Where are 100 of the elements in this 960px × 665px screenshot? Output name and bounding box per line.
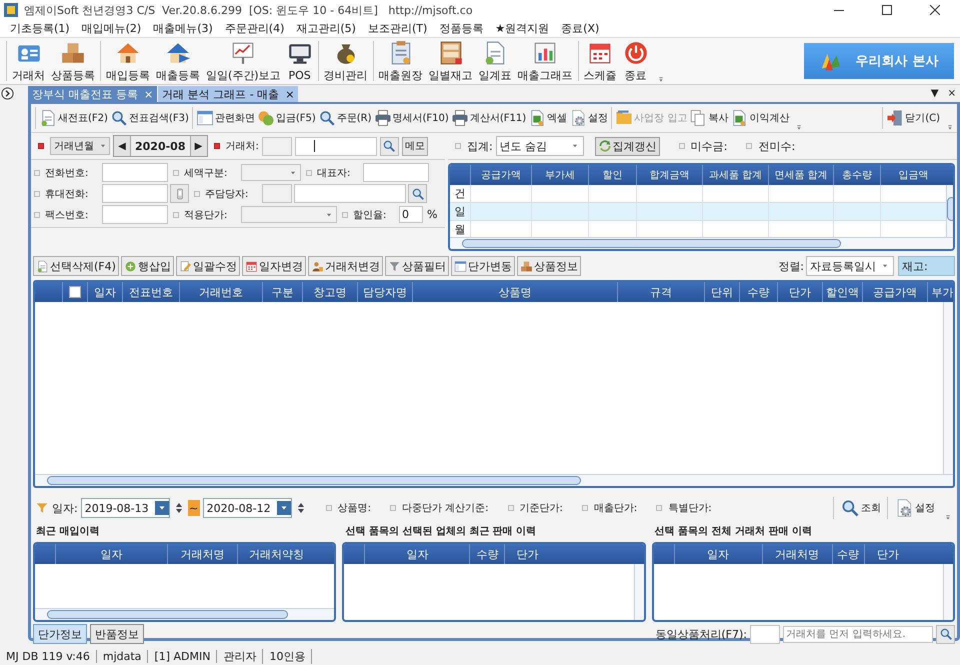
previous-month-button[interactable]: ◀	[114, 136, 130, 156]
toolbar-button[interactable]: 종료	[620, 40, 652, 82]
action-button[interactable]: 단가변동	[450, 256, 515, 276]
column-header[interactable]: 일자	[674, 544, 762, 564]
column-header[interactable]: 구분	[262, 282, 302, 302]
column-header[interactable]: 과세품 합계	[702, 165, 768, 185]
toolbar-button[interactable]: 엑셀	[527, 109, 568, 127]
toolbar-button[interactable]: 조회	[839, 498, 882, 518]
toolbar-button[interactable]: 새전표(F2)	[38, 109, 109, 127]
toolbar-button[interactable]: 전표검색(F3)	[108, 109, 190, 127]
search-button[interactable]	[936, 624, 955, 644]
staff-field[interactable]	[294, 184, 406, 203]
column-header[interactable]: 부가세	[531, 165, 588, 185]
select-all-checkbox[interactable]	[69, 286, 81, 298]
toolbar-button[interactable]: 복사	[688, 109, 730, 127]
column-header[interactable]: 공급가액	[862, 282, 927, 302]
vertical-scrollbar[interactable]	[946, 185, 953, 237]
tab-close[interactable]: ×	[285, 88, 294, 100]
close-button[interactable]: 닫기(C)	[885, 109, 941, 127]
vertical-scrollbar[interactable]	[942, 564, 953, 620]
toolbar-button[interactable]: 일계표	[476, 40, 515, 82]
menu-item[interactable]: 매출메뉴(3)	[147, 21, 219, 36]
search-button[interactable]	[408, 184, 427, 203]
text-field[interactable]	[363, 163, 429, 182]
dropdown[interactable]	[241, 164, 301, 181]
column-header[interactable]: 면세품 합계	[768, 165, 833, 185]
customer-field[interactable]	[294, 136, 377, 156]
toolbar-button[interactable]: 계산서(F11)	[450, 109, 528, 127]
column-header[interactable]: 단가	[777, 282, 822, 302]
column-header[interactable]: 거래번호	[179, 282, 262, 302]
action-button[interactable]: 일자변경	[242, 256, 306, 276]
column-header[interactable]: 상품명	[412, 282, 617, 302]
sort-dropdown[interactable]: 자료등록일시	[806, 256, 894, 276]
dropdown[interactable]	[241, 206, 337, 223]
menu-item[interactable]: 보조관리(T)	[362, 21, 434, 36]
staff-code-field[interactable]	[262, 184, 292, 203]
toolbar-button[interactable]: 주문(R)	[316, 109, 373, 127]
column-header[interactable]: 할인액	[822, 282, 862, 302]
action-button[interactable]: 상품정보	[516, 256, 581, 276]
column-header[interactable]: 수량	[469, 544, 504, 564]
column-header[interactable]: 거래처명	[167, 544, 237, 564]
discount-field[interactable]: 0	[399, 206, 423, 223]
column-header[interactable]: 단가	[504, 544, 550, 564]
horizontal-scrollbar[interactable]	[450, 237, 953, 249]
toolbar-button[interactable]: 명세서(F10)	[372, 109, 450, 127]
vertical-scrollbar[interactable]	[943, 302, 953, 474]
column-header[interactable]: 할인	[588, 165, 636, 185]
toolbar-button[interactable]: 경비관리	[320, 40, 371, 82]
toolbar-button[interactable]: 매출원장	[376, 40, 426, 82]
toolbar-button[interactable]: 이익계산	[729, 109, 790, 127]
column-header[interactable]: 창고명	[302, 282, 357, 302]
toolbar-button[interactable]: 일별재고	[426, 40, 476, 82]
menu-item[interactable]: 기초등록(1)	[4, 21, 76, 36]
input-field[interactable]: 거래처를 먼저 입력하세요.	[783, 626, 933, 642]
column-header[interactable]: 일자	[364, 544, 470, 564]
column-header[interactable]: 수량	[739, 282, 777, 302]
column-header[interactable]: 총수량	[833, 165, 880, 185]
toolbar-button[interactable]: 매출그래프	[514, 40, 576, 82]
tab-list-button[interactable]: ▼	[926, 88, 943, 99]
next-month-button[interactable]: ▶	[190, 136, 206, 156]
tab[interactable]: 장부식 매출전표 등록 ×	[28, 86, 158, 102]
text-field[interactable]	[102, 184, 168, 203]
summary-dropdown[interactable]: 년도 숨김	[496, 136, 584, 156]
toolbar-button[interactable]: 설정	[568, 109, 610, 127]
action-button[interactable]: 일괄수정	[176, 256, 240, 276]
toolbar-button[interactable]: 거래처	[9, 40, 48, 82]
horizontal-scrollbar[interactable]	[35, 474, 953, 486]
memo-button[interactable]: 메모	[402, 136, 428, 156]
column-header[interactable]: 거래처명	[762, 544, 832, 564]
menu-item[interactable]: 종료(X)	[555, 21, 606, 36]
menu-item[interactable]: 재고관리(5)	[290, 21, 362, 36]
toolbar-button[interactable]: 매입등록	[103, 40, 153, 82]
column-header[interactable]: 공급가액	[470, 165, 531, 185]
column-header[interactable]: 입금액	[880, 165, 946, 185]
customer-code-field[interactable]	[262, 136, 292, 156]
menu-item[interactable]: 정품등록	[433, 21, 490, 36]
menu-item[interactable]: 주문관리(4)	[218, 21, 290, 36]
column-header[interactable]: 단가	[864, 544, 912, 564]
text-field[interactable]	[102, 163, 168, 182]
action-button[interactable]: 행삽입	[120, 256, 174, 276]
action-button[interactable]: 거래처변경	[308, 256, 383, 276]
vertical-scrollbar[interactable]	[634, 564, 644, 620]
phone-button[interactable]	[170, 184, 189, 203]
tab[interactable]: 단가정보	[33, 624, 87, 644]
column-header[interactable]: 담당자명	[357, 282, 412, 302]
tab[interactable]: 반품정보	[90, 624, 144, 644]
horizontal-scrollbar[interactable]	[35, 608, 334, 620]
tab[interactable]: 거래 분석 그래프 - 매출 ×	[158, 86, 298, 102]
menu-item[interactable]: 매입메뉴(2)	[76, 21, 148, 36]
toolbar-button[interactable]: 스케쥴	[580, 40, 620, 82]
column-header[interactable]: 규격	[617, 282, 704, 302]
column-header[interactable]: 일자	[87, 282, 122, 302]
toolbar-button[interactable]: 상품등록	[48, 40, 98, 82]
expand-icon[interactable]	[1, 87, 14, 100]
column-header[interactable]: 일자	[55, 544, 167, 564]
text-field[interactable]	[102, 205, 168, 224]
tab-close[interactable]: ×	[144, 88, 154, 100]
column-header[interactable]: 수량	[832, 544, 864, 564]
column-header[interactable]: 단위	[704, 282, 739, 302]
toolbar-button[interactable]: 일일(주간)보고	[203, 40, 284, 82]
